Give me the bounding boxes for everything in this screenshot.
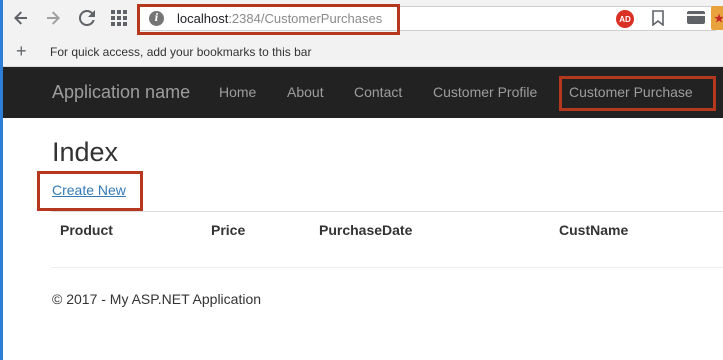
footer-copyright: © 2017 - My ASP.NET Application xyxy=(52,291,262,307)
plus-icon[interactable]: + xyxy=(16,42,27,60)
credit-card-icon[interactable] xyxy=(687,11,705,24)
reload-icon[interactable] xyxy=(77,8,97,28)
address-bar[interactable]: i localhost:2384/CustomerPurchases AD xyxy=(137,4,717,35)
nav-customer-profile-link[interactable]: Customer Profile xyxy=(433,84,537,100)
column-header-product: Product xyxy=(60,222,113,238)
column-header-price: Price xyxy=(211,222,246,238)
back-arrow-icon[interactable] xyxy=(11,8,31,28)
adblock-icon[interactable]: AD xyxy=(616,10,634,28)
column-header-purchase-date: PurchaseDate xyxy=(319,222,413,238)
footer-divider xyxy=(51,267,723,268)
nav-home-link[interactable]: Home xyxy=(219,84,256,100)
apps-grid-icon[interactable] xyxy=(109,8,129,28)
site-info-icon[interactable]: i xyxy=(149,11,164,26)
bookmark-star-icon[interactable] xyxy=(650,9,666,27)
column-header-cust-name: CustName xyxy=(559,222,629,238)
url-text[interactable]: localhost:2384/CustomerPurchases xyxy=(177,11,382,26)
nav-contact-link[interactable]: Contact xyxy=(354,84,402,100)
extension-icon[interactable]: ★ xyxy=(711,6,723,30)
bookmarks-bar: + For quick access, add your bookmarks t… xyxy=(3,37,723,67)
table-divider xyxy=(51,211,723,212)
nav-customer-purchase-link[interactable]: Customer Purchase xyxy=(569,84,693,100)
forward-arrow-icon[interactable] xyxy=(43,8,63,28)
create-new-link[interactable]: Create New xyxy=(52,182,126,198)
nav-about-link[interactable]: About xyxy=(287,84,324,100)
brand-link[interactable]: Application name xyxy=(52,82,190,103)
browser-toolbar: i localhost:2384/CustomerPurchases AD ★ xyxy=(3,0,723,37)
bookmarks-prompt: For quick access, add your bookmarks to … xyxy=(50,45,312,59)
page-title: Index xyxy=(52,137,119,167)
site-navbar: Application name Home About Contact Cust… xyxy=(3,67,723,118)
